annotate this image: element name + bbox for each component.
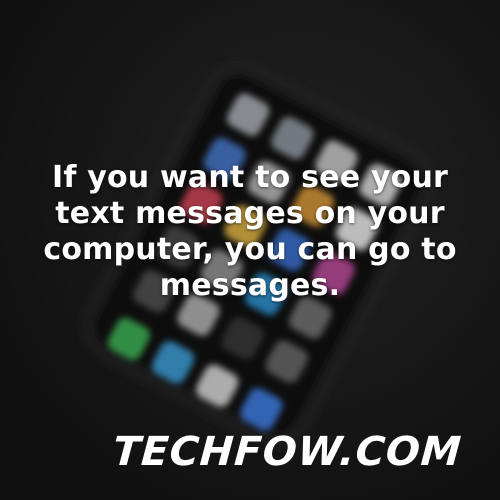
caption-line-2: text messages on your <box>55 196 445 231</box>
caption-text: If you want to see your text messages on… <box>20 160 480 304</box>
caption-line-1: If you want to see your <box>51 160 449 195</box>
caption-line-3: computer, you can go to <box>43 232 457 267</box>
site-watermark: TECHFOW.COM <box>111 429 464 475</box>
caption-line-4: messages. <box>159 268 341 303</box>
